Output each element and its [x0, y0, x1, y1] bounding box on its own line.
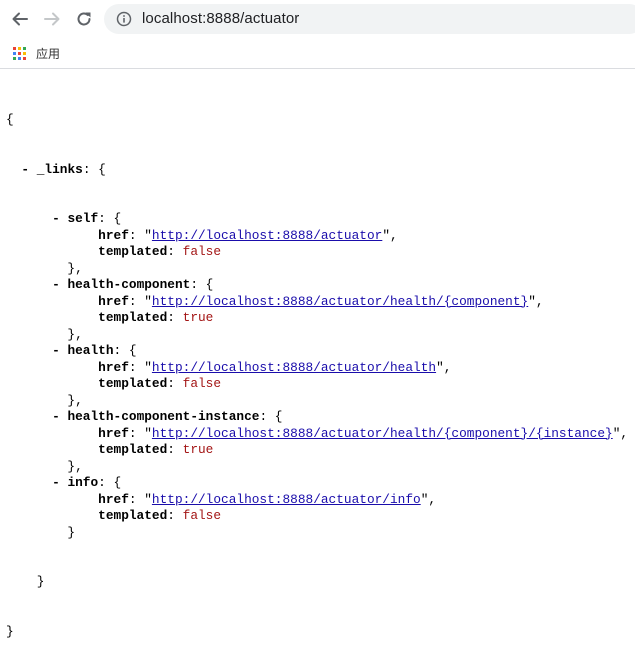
templated-value: true — [182, 310, 214, 325]
templated-value: true — [182, 442, 214, 457]
json-entry-key: health-component — [67, 277, 191, 292]
href-link[interactable]: http://localhost:8888/actuator/health/{c… — [152, 294, 528, 309]
json-href-key: href — [98, 227, 129, 243]
json-templated-line: templated: false — [98, 508, 222, 523]
info-icon[interactable] — [116, 11, 132, 27]
json-viewer: { - _links: { - self: { href: "http://lo… — [6, 79, 628, 657]
json-entry-close: }, — [6, 260, 83, 276]
forward-button[interactable] — [41, 8, 63, 30]
json-open-brace: { — [6, 112, 14, 127]
json-href-key: href — [98, 293, 129, 309]
json-href-line: href: "http://localhost:8888/actuator/in… — [98, 491, 437, 507]
json-entry-key-line: - info: { — [52, 475, 122, 490]
json-templated-line: templated: true — [98, 442, 214, 457]
json-entry-key: health-component-instance — [67, 409, 260, 424]
back-button[interactable] — [9, 8, 31, 30]
json-key-links: _links — [36, 161, 83, 177]
templated-value: false — [182, 508, 222, 523]
json-href-line: href: "http://localhost:8888/actuator/he… — [98, 359, 452, 375]
json-entry-key-line: - self: { — [52, 211, 122, 226]
address-bar[interactable]: localhost:8888/actuator — [104, 4, 635, 34]
json-href-line: href: "http://localhost:8888/actuator/he… — [98, 425, 629, 441]
bookmark-apps-label[interactable]: 应用 — [36, 45, 60, 62]
collapse-toggle[interactable]: - — [52, 475, 60, 490]
arrow-right-icon — [44, 12, 60, 26]
browser-toolbar: localhost:8888/actuator — [0, 0, 635, 38]
json-templated-key: templated — [98, 442, 168, 457]
collapse-toggle[interactable]: - — [52, 343, 60, 358]
json-href-key: href — [98, 491, 129, 507]
templated-value: false — [182, 244, 222, 259]
json-entry-key: health — [67, 343, 114, 358]
json-href-key: href — [98, 425, 129, 441]
json-templated-key: templated — [98, 376, 168, 391]
collapse-toggle[interactable]: - — [52, 211, 60, 226]
json-href-line: href: "http://localhost:8888/actuator/he… — [98, 293, 544, 309]
templated-value: false — [182, 376, 222, 391]
json-entry-close: }, — [6, 326, 83, 342]
collapse-toggle[interactable]: - — [52, 409, 60, 424]
href-link[interactable]: http://localhost:8888/actuator/health — [152, 360, 436, 375]
json-href-key: href — [98, 359, 129, 375]
json-links-line: - _links: { — [21, 161, 106, 177]
json-templated-line: templated: true — [98, 310, 214, 325]
href-link[interactable]: http://localhost:8888/actuator — [152, 228, 382, 243]
json-entry-close: }, — [6, 392, 83, 408]
json-templated-line: templated: false — [98, 244, 222, 259]
apps-grid-icon[interactable] — [13, 47, 26, 60]
arrow-left-icon — [12, 12, 28, 26]
collapse-toggle[interactable]: - — [21, 162, 29, 177]
json-templated-key: templated — [98, 508, 168, 523]
json-links-close: } — [6, 574, 45, 589]
json-templated-key: templated — [98, 244, 168, 259]
json-entry-key-line: - health: { — [52, 343, 137, 358]
json-entry-close: } — [6, 524, 76, 540]
json-entry-close: }, — [6, 458, 83, 474]
json-entry-key: self — [67, 211, 99, 226]
json-entry-key-line: - health-component-instance: { — [52, 409, 283, 424]
reload-button[interactable] — [73, 8, 95, 30]
json-templated-key: templated — [98, 310, 168, 325]
bookmarks-bar: 应用 — [0, 38, 635, 69]
json-href-line: href: "http://localhost:8888/actuator", — [98, 227, 398, 243]
reload-icon — [77, 12, 91, 26]
href-link[interactable]: http://localhost:8888/actuator/info — [152, 492, 421, 507]
collapse-toggle[interactable]: - — [52, 277, 60, 292]
href-link[interactable]: http://localhost:8888/actuator/health/{c… — [152, 426, 613, 441]
json-templated-line: templated: false — [98, 376, 222, 391]
json-entries: - self: { href: "http://localhost:8888/a… — [6, 211, 628, 541]
url-text[interactable]: localhost:8888/actuator — [142, 10, 299, 27]
json-entry-key: info — [67, 475, 99, 490]
json-close-brace: } — [6, 623, 14, 639]
json-entry-key-line: - health-component: { — [52, 277, 214, 292]
